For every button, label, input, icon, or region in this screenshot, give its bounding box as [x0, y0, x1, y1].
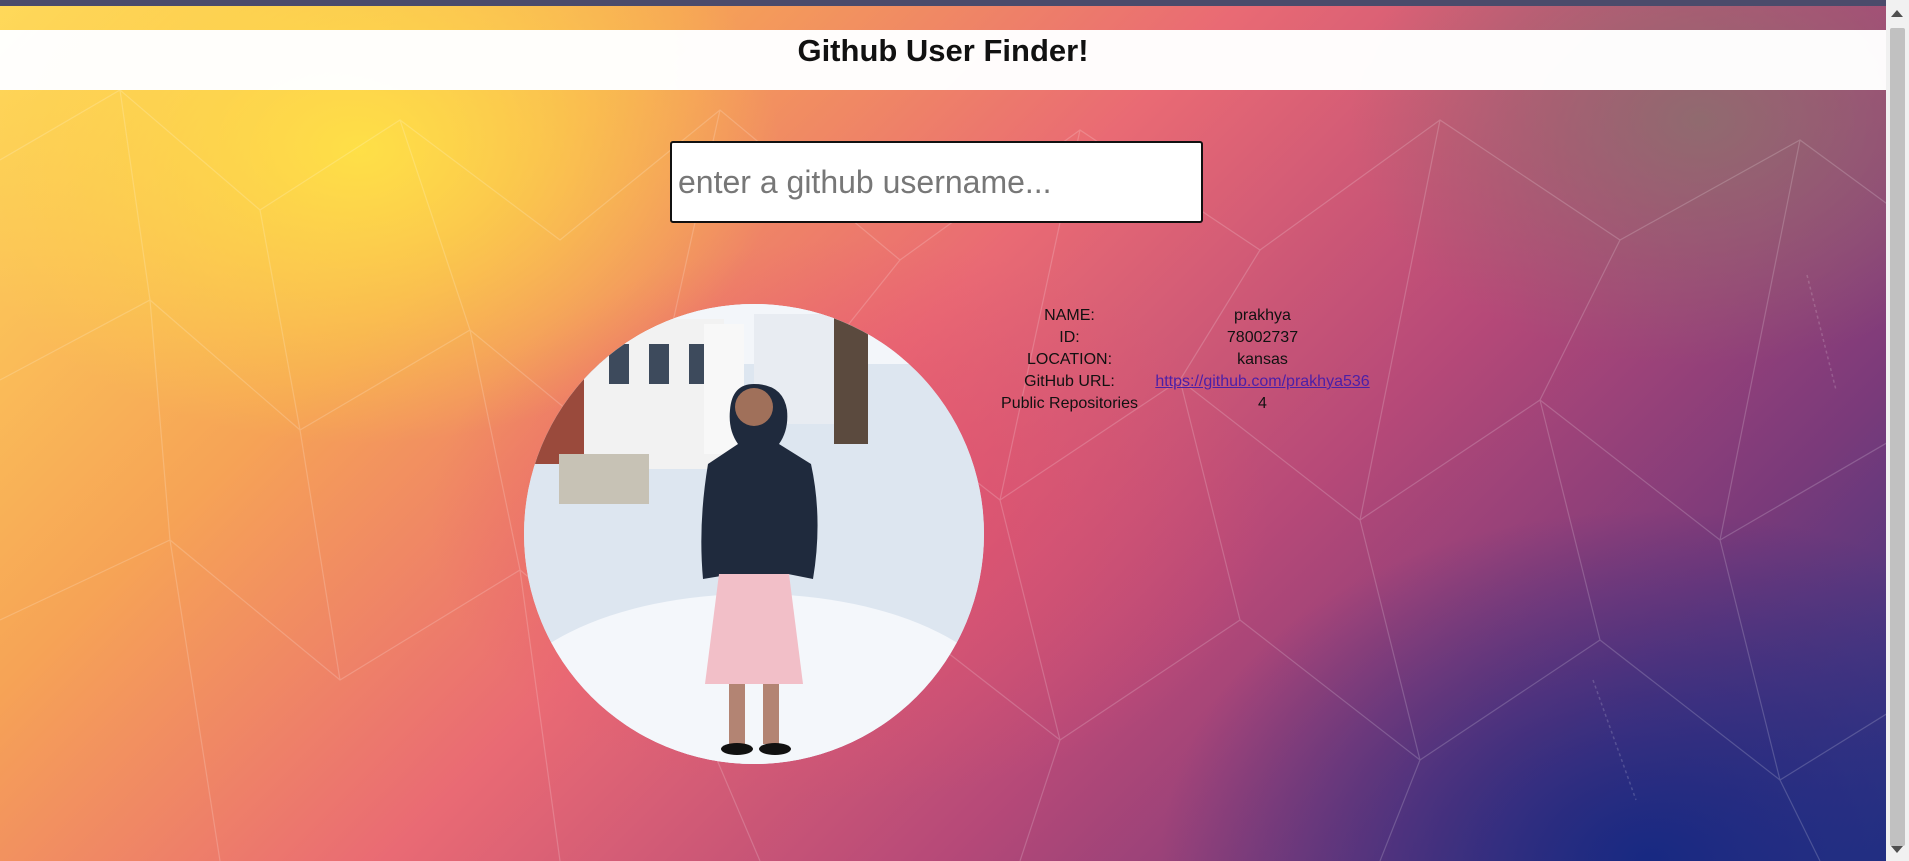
- info-row-repositories: Public Repositories 4: [988, 393, 1374, 415]
- id-value: 78002737: [1226, 329, 1299, 346]
- user-info-table: NAME: prakhya ID: 78002737 LOCATION: kan…: [988, 305, 1374, 415]
- name-value: prakhya: [1234, 307, 1291, 324]
- window-top-strip: [0, 0, 1889, 6]
- info-row-location: LOCATION: kansas: [988, 349, 1374, 371]
- github-profile-link[interactable]: https://github.com/prakhya536: [1155, 373, 1369, 390]
- scrollbar-thumb[interactable]: [1890, 28, 1905, 846]
- info-row-name: NAME: prakhya: [988, 305, 1374, 327]
- id-label: ID:: [1059, 329, 1080, 346]
- username-search-input[interactable]: [670, 141, 1203, 223]
- info-row-id: ID: 78002737: [988, 327, 1374, 349]
- user-avatar: [524, 304, 984, 764]
- page-header: Github User Finder!: [0, 30, 1886, 90]
- location-value: kansas: [1237, 351, 1288, 368]
- location-label: LOCATION:: [1026, 351, 1113, 368]
- name-label: NAME:: [1044, 307, 1095, 324]
- info-row-github-url: GitHub URL: https://github.com/prakhya53…: [988, 371, 1374, 393]
- repositories-label: Public Repositories: [1001, 395, 1138, 412]
- repositories-value: 4: [1258, 395, 1267, 412]
- github-url-cell: https://github.com/prakhya536: [1151, 371, 1374, 393]
- scroll-down-arrow-icon[interactable]: [1891, 846, 1903, 853]
- github-url-label: GitHub URL:: [1024, 373, 1115, 390]
- scroll-up-arrow-icon[interactable]: [1891, 10, 1903, 17]
- avatar-photo: [524, 304, 984, 764]
- page-title: Github User Finder!: [797, 33, 1089, 68]
